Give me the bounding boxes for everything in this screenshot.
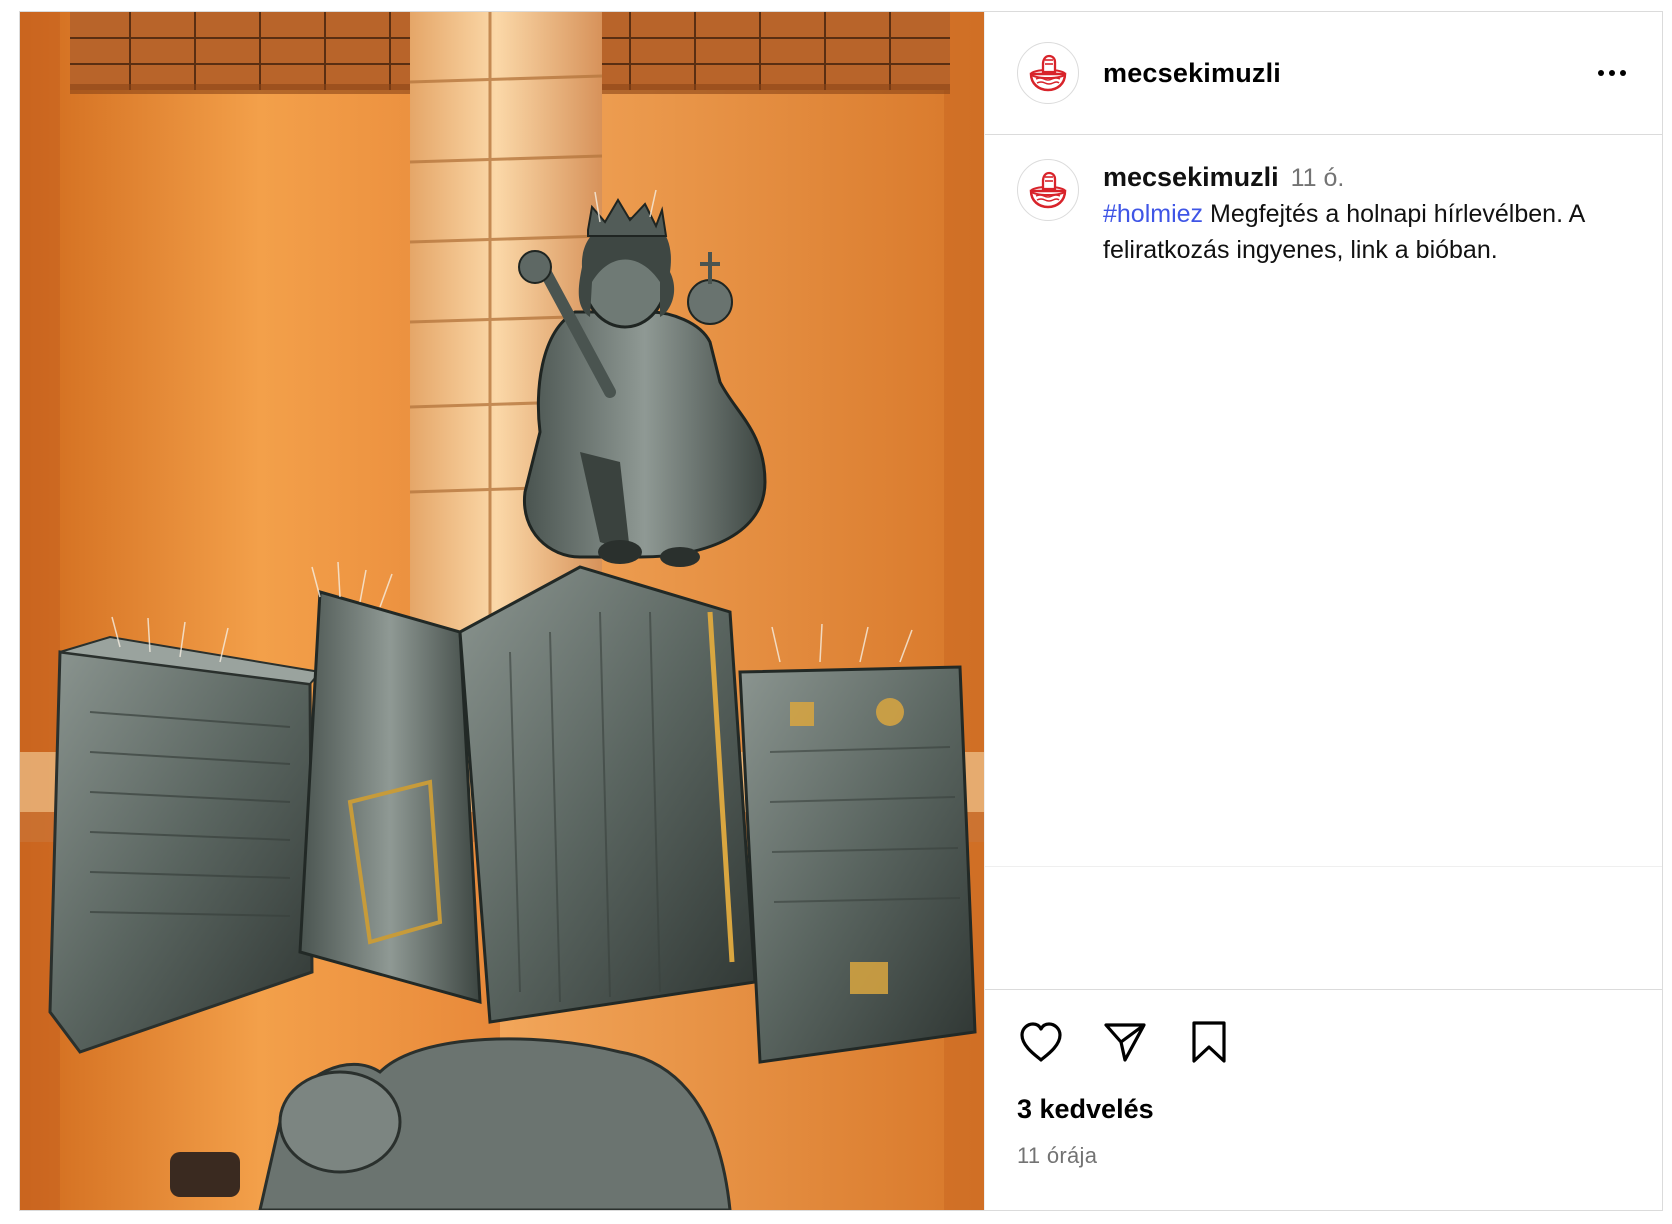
- avatar[interactable]: [1017, 42, 1079, 104]
- caption-meta: mecsekimuzli 11 ó.: [1103, 159, 1630, 196]
- save-button[interactable]: [1185, 1018, 1233, 1066]
- comments-section: mecsekimuzli 11 ó. #holmiez Megfejtés a h…: [985, 135, 1662, 867]
- caption-username[interactable]: mecsekimuzli: [1103, 162, 1279, 192]
- header-username[interactable]: mecsekimuzli: [1103, 58, 1281, 89]
- divider: [985, 867, 1662, 990]
- action-bar: 3 kedvelés 11 órája: [985, 990, 1662, 1210]
- caption-text-block: #holmiez Megfejtés a holnapi hírlevélben…: [1103, 196, 1630, 268]
- paper-plane-icon: [1104, 1023, 1146, 1062]
- bookmark-icon: [1192, 1021, 1226, 1063]
- more-dot: [1598, 70, 1604, 76]
- statue-photo-illustration: [20, 12, 984, 1210]
- share-button[interactable]: [1101, 1018, 1149, 1066]
- post-timestamp[interactable]: 11 órája: [1017, 1143, 1630, 1169]
- more-dot: [1620, 70, 1626, 76]
- caption-body: mecsekimuzli 11 ó. #holmiez Megfejtés a h…: [1103, 159, 1630, 268]
- caption-avatar[interactable]: [1017, 159, 1079, 221]
- fist-in-bowl-logo-icon: [1029, 54, 1067, 92]
- caption: mecsekimuzli 11 ó. #holmiez Megfejtés a h…: [1017, 159, 1630, 268]
- post-header: mecsekimuzli: [985, 12, 1662, 135]
- post-sidebar: mecsekimuzli mecsekimuzli 11 ó. #holmiez…: [984, 12, 1662, 1210]
- action-buttons: [1017, 1012, 1630, 1072]
- like-button[interactable]: [1017, 1018, 1065, 1066]
- caption-time[interactable]: 11 ó.: [1291, 164, 1345, 192]
- post-photo[interactable]: [20, 12, 984, 1210]
- hashtag-link[interactable]: #holmiez: [1103, 200, 1203, 228]
- heart-icon: [1020, 1022, 1062, 1062]
- more-options-icon[interactable]: [1594, 62, 1630, 84]
- more-dot: [1609, 70, 1615, 76]
- likes-count[interactable]: 3 kedvelés: [1017, 1094, 1630, 1125]
- instagram-post: mecsekimuzli mecsekimuzli 11 ó. #holmiez…: [19, 11, 1663, 1211]
- fist-in-bowl-logo-icon: [1029, 171, 1067, 209]
